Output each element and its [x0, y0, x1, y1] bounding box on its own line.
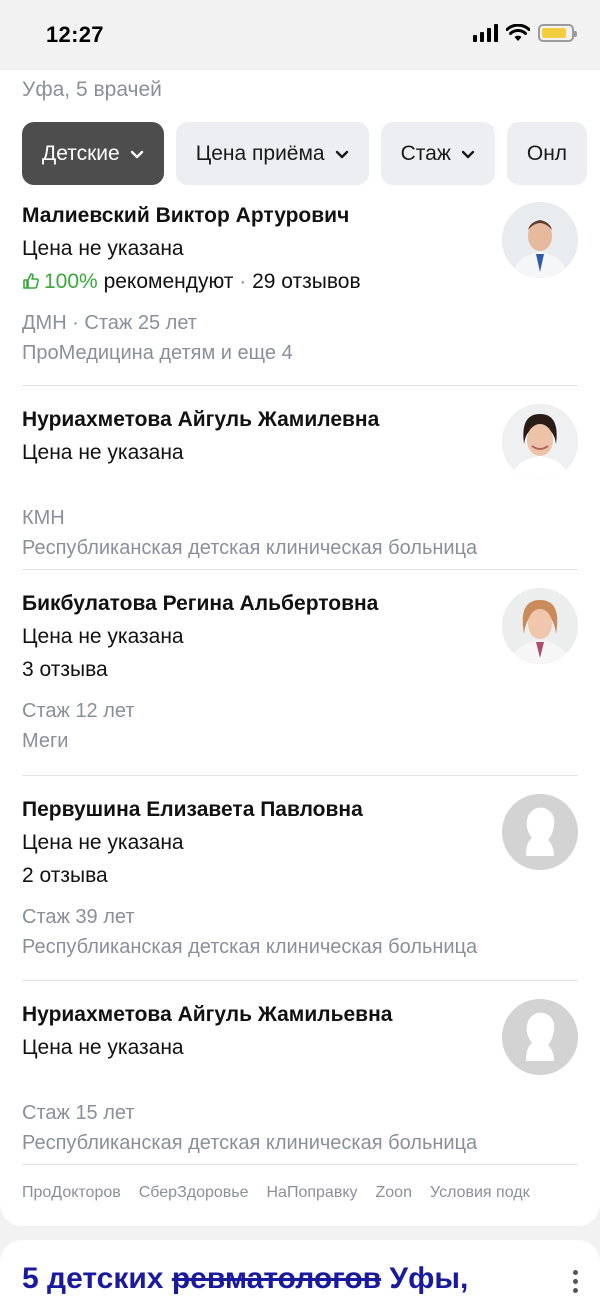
- source-links: ПроДокторов СберЗдоровье НаПоправку Zoon…: [22, 1184, 530, 1202]
- doctor-degree-experience: Стаж 15 лет: [22, 1102, 135, 1124]
- doctor-photo-icon: [502, 588, 578, 664]
- doctor-price: Цена не указана: [22, 1036, 184, 1059]
- battery-icon: [538, 24, 577, 42]
- doctor-degree-experience: ДМН · Стаж 25 лет: [22, 312, 197, 334]
- doctor-price: Цена не указана: [22, 625, 184, 648]
- reviews-count[interactable]: 3 отзыва: [22, 656, 578, 684]
- doctor-name: Первушина Елизавета Павловна: [22, 798, 363, 821]
- doctor-clinic: ПроМедицина детям и еще 4: [22, 342, 293, 364]
- doctor-item[interactable]: Нуриахметова Айгуль Жамильевна Цена не у…: [22, 981, 578, 1165]
- source-link[interactable]: Условия подк: [430, 1184, 530, 1202]
- next-result-card[interactable]: 5 детских ревматологов Уфы,: [0, 1240, 600, 1297]
- filter-chip-label: Онл: [526, 141, 568, 165]
- doctor-photo-icon: [502, 404, 578, 480]
- doctor-clinic: Меги: [22, 730, 69, 752]
- doctor-degree-experience: Стаж 39 лет: [22, 906, 135, 928]
- doctor-item[interactable]: Нуриахметова Айгуль Жамилевна Цена не ук…: [22, 386, 578, 570]
- doctor-rating-line: 100% рекомендуют · 29 отзывов: [22, 268, 578, 296]
- status-time: 12:27: [46, 22, 104, 47]
- filter-chip-label: Детские: [42, 141, 120, 165]
- filter-chip-kids[interactable]: Детские: [22, 122, 164, 185]
- source-link[interactable]: Zoon: [376, 1184, 412, 1202]
- battery-level-fill: [542, 28, 566, 38]
- doctor-price: Цена не указана: [22, 831, 184, 854]
- status-bar: 12:27: [0, 0, 600, 70]
- doctor-avatar-placeholder: [502, 794, 578, 870]
- filter-chip-label: Цена приёма: [195, 141, 325, 165]
- doctor-avatar: [502, 202, 578, 278]
- doctor-item[interactable]: Бикбулатова Регина Альбертовна Цена не у…: [22, 570, 578, 776]
- recommend-text: рекомендуют: [103, 270, 234, 293]
- doctor-avatar: [502, 588, 578, 664]
- source-link[interactable]: СберЗдоровье: [139, 1184, 249, 1202]
- chevron-down-icon: [130, 150, 143, 158]
- filter-chip-online[interactable]: Онл: [506, 122, 588, 185]
- doctor-degree-experience: Стаж 12 лет: [22, 700, 135, 722]
- doctor-degree-experience: КМН: [22, 507, 65, 529]
- doctor-name: Нуриахметова Айгуль Жамилевна: [22, 408, 380, 431]
- doctor-photo-icon: [502, 202, 578, 278]
- doctor-clinic: Республиканская детская клиническая боль…: [22, 1132, 478, 1154]
- source-link[interactable]: ПроДокторов: [22, 1184, 121, 1202]
- more-options-icon[interactable]: [573, 1270, 578, 1293]
- filter-chip-label: Стаж: [400, 141, 451, 165]
- results-subtitle: Уфа, 5 врачей: [22, 78, 162, 101]
- title-part-strikethrough: ревматологов: [171, 1262, 382, 1295]
- wifi-icon: [506, 24, 530, 41]
- results-card: Уфа, 5 врачей Детские Цена приёма Стаж О…: [0, 70, 600, 1226]
- next-result-title[interactable]: 5 детских ревматологов Уфы,: [22, 1262, 468, 1296]
- doctor-name: Бикбулатова Регина Альбертовна: [22, 592, 379, 615]
- doctor-list: Малиевский Виктор Артурович Цена не указ…: [22, 200, 578, 1165]
- reviews-count[interactable]: 29 отзывов: [252, 270, 361, 293]
- thumbs-up-icon: [23, 273, 39, 289]
- chevron-down-icon: [461, 150, 475, 158]
- title-part: 5 детских: [22, 1262, 172, 1295]
- cellular-signal-icon: [473, 24, 498, 42]
- doctor-clinic: Республиканская детская клиническая боль…: [22, 936, 478, 958]
- doctor-name: Малиевский Виктор Артурович: [22, 204, 350, 227]
- doctor-item[interactable]: Малиевский Виктор Артурович Цена не указ…: [22, 200, 578, 386]
- reviews-count[interactable]: 2 отзыва: [22, 862, 578, 890]
- filter-chip-experience[interactable]: Стаж: [380, 122, 495, 185]
- doctor-name: Нуриахметова Айгуль Жамильевна: [22, 1003, 393, 1026]
- status-icons: [473, 24, 577, 42]
- doctor-clinic: Республиканская детская клиническая боль…: [22, 537, 478, 559]
- doctor-item[interactable]: Первушина Елизавета Павловна Цена не ука…: [22, 776, 578, 981]
- filter-chip-price[interactable]: Цена приёма: [175, 122, 369, 185]
- chevron-down-icon: [335, 150, 348, 158]
- source-link[interactable]: НаПоправку: [267, 1184, 358, 1202]
- filter-chips: Детские Цена приёма Стаж Онл: [22, 122, 588, 185]
- doctor-avatar-placeholder: [502, 999, 578, 1075]
- user-silhouette-icon: [502, 794, 578, 870]
- doctor-avatar: [502, 404, 578, 480]
- doctor-price: Цена не указана: [22, 441, 184, 464]
- user-silhouette-icon: [502, 999, 578, 1075]
- doctor-price: Цена не указана: [22, 237, 184, 260]
- recommend-percent: 100%: [44, 270, 98, 293]
- title-part: Уфы,: [381, 1262, 469, 1295]
